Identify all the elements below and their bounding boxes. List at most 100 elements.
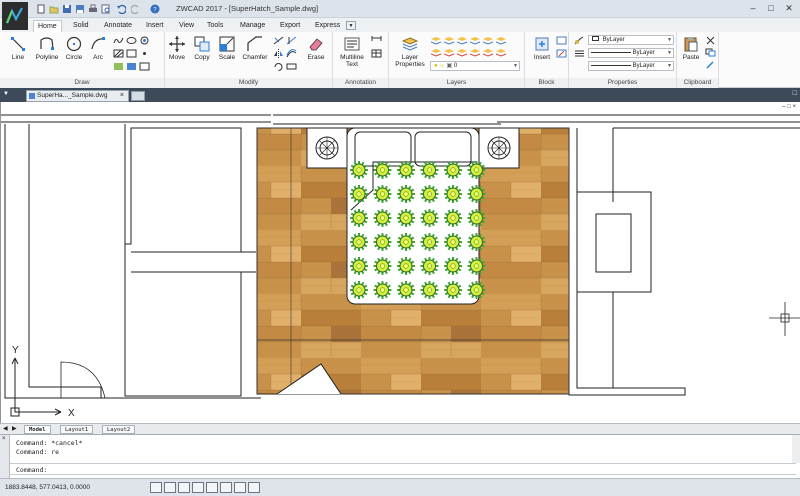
move-button[interactable]: Move xyxy=(165,35,189,61)
layer-off-icon[interactable] xyxy=(431,36,442,45)
snap-mode-icon[interactable] xyxy=(150,482,162,493)
wipeout-icon[interactable] xyxy=(139,62,150,71)
rectangle-icon[interactable] xyxy=(126,49,137,58)
paste-button[interactable]: Paste xyxy=(679,35,703,61)
print-icon[interactable] xyxy=(88,4,98,14)
offset-icon[interactable] xyxy=(286,49,297,58)
copy-button[interactable]: Copy xyxy=(190,35,214,61)
layer-freeze-icon[interactable] xyxy=(457,36,468,45)
bed[interactable] xyxy=(346,127,486,305)
spline-icon[interactable] xyxy=(113,36,124,45)
print-preview-icon[interactable] xyxy=(101,4,111,14)
region-icon[interactable] xyxy=(113,62,124,71)
layout-next-icon[interactable]: ▶ xyxy=(12,425,17,432)
circle-button[interactable]: Circle xyxy=(62,35,86,61)
cut-icon[interactable] xyxy=(705,36,716,45)
layer-thaw-icon[interactable] xyxy=(457,48,468,57)
trim-icon[interactable] xyxy=(273,36,284,45)
layer-properties-button[interactable]: Layer Properties xyxy=(393,35,427,68)
stretch-icon[interactable] xyxy=(286,62,297,71)
list-icon[interactable] xyxy=(574,49,585,58)
close-command-icon[interactable]: × xyxy=(2,436,6,442)
create-block-icon[interactable] xyxy=(556,36,567,45)
hatch-icon[interactable] xyxy=(113,49,124,58)
tab-manage[interactable]: Manage xyxy=(240,20,265,32)
table-icon[interactable] xyxy=(371,49,382,58)
chamfer-button[interactable]: Chamfer xyxy=(240,35,270,61)
linetype-combo[interactable]: ByLayer ▼ xyxy=(588,48,674,58)
match-properties-icon[interactable] xyxy=(574,36,585,45)
line-button[interactable]: Line xyxy=(5,35,31,61)
maximize-icon[interactable]: □ xyxy=(762,2,780,15)
polyline-button[interactable]: Polyline xyxy=(32,35,62,61)
layer-previous-icon[interactable] xyxy=(496,36,507,45)
point-icon[interactable] xyxy=(139,49,150,58)
extend-icon[interactable] xyxy=(286,36,297,45)
nightstand-left[interactable] xyxy=(306,127,348,169)
tab-export[interactable]: Export xyxy=(280,20,300,32)
command-input[interactable]: Command: xyxy=(10,463,796,475)
viewport-minimize-icon[interactable]: – xyxy=(782,104,785,110)
layer-lock-icon[interactable] xyxy=(470,36,481,45)
redo-icon[interactable] xyxy=(131,4,141,14)
tab-menu-icon[interactable]: ▼ xyxy=(3,91,9,97)
tab-restore-icon[interactable]: □ xyxy=(793,90,797,97)
ellipse-icon[interactable] xyxy=(126,36,137,45)
open-icon[interactable] xyxy=(49,4,59,14)
mirror-icon[interactable] xyxy=(273,49,284,58)
boundary-icon[interactable] xyxy=(126,62,137,71)
document-tab[interactable]: SuperHa..._Sample.dwg × xyxy=(26,90,129,102)
color-combo[interactable]: ByLayer ▼ xyxy=(588,35,674,45)
object-snap-tracking-icon[interactable] xyxy=(220,482,232,493)
lineweight-toggle-icon[interactable] xyxy=(248,482,260,493)
layer-unlock-icon[interactable] xyxy=(470,48,481,57)
dynamic-input-icon[interactable] xyxy=(234,482,246,493)
tab-layout2[interactable]: Layout2 xyxy=(102,425,136,434)
match-props-clip-icon[interactable] xyxy=(705,60,716,69)
insert-block-button[interactable]: Insert xyxy=(529,35,555,61)
drawing-canvas[interactable]: Y X – □ × xyxy=(0,102,800,423)
close-tab-icon[interactable]: × xyxy=(120,91,124,101)
polar-tracking-icon[interactable] xyxy=(192,482,204,493)
viewport-restore-icon[interactable]: □ xyxy=(787,104,791,110)
minimize-icon[interactable]: – xyxy=(744,2,762,15)
undo-icon[interactable] xyxy=(116,4,126,14)
layer-walk-icon[interactable] xyxy=(431,48,442,57)
current-layer-combo[interactable]: ● ☼ ▣ 0 ▼ xyxy=(430,61,520,71)
zwcad-logo-icon[interactable] xyxy=(2,2,28,30)
command-scrollbar[interactable] xyxy=(792,435,800,463)
copy-clip-icon[interactable] xyxy=(705,48,716,57)
command-window-grip[interactable]: × xyxy=(0,435,10,479)
tab-view[interactable]: View xyxy=(179,20,194,32)
close-icon[interactable]: ✕ xyxy=(780,2,798,15)
viewport-controls[interactable]: – □ × xyxy=(782,104,796,110)
rotate-icon[interactable] xyxy=(273,62,284,71)
layout-prev-icon[interactable]: ◀ xyxy=(3,425,8,432)
layer-match-icon[interactable] xyxy=(483,36,494,45)
dimension-icon[interactable] xyxy=(371,36,382,45)
new-icon[interactable] xyxy=(36,4,46,14)
layer-isolate-icon[interactable] xyxy=(444,36,455,45)
save-icon[interactable] xyxy=(62,4,72,14)
layer-unisolate-icon[interactable] xyxy=(444,48,455,57)
tab-insert[interactable]: Insert xyxy=(146,20,164,32)
tab-model[interactable]: Model xyxy=(24,425,51,434)
tab-layout1[interactable]: Layout1 xyxy=(60,425,94,434)
layer-delete-icon[interactable] xyxy=(496,48,507,57)
layer-merge-icon[interactable] xyxy=(483,48,494,57)
new-tab-button[interactable] xyxy=(131,91,145,101)
floor-plan[interactable]: Y X xyxy=(1,102,800,423)
nightstand-right[interactable] xyxy=(478,127,520,169)
tab-annotate[interactable]: Annotate xyxy=(104,20,132,32)
lineweight-combo[interactable]: ByLayer ▼ xyxy=(588,61,674,71)
tab-tools[interactable]: Tools xyxy=(207,20,223,32)
arc-button[interactable]: Arc xyxy=(87,35,109,61)
object-snap-icon[interactable] xyxy=(206,482,218,493)
help-icon[interactable]: ? xyxy=(150,4,160,14)
tab-express[interactable]: Express xyxy=(315,20,340,32)
tab-solid[interactable]: Solid xyxy=(73,20,89,32)
ortho-mode-icon[interactable] xyxy=(178,482,190,493)
scale-button[interactable]: Scale xyxy=(215,35,239,61)
ribbon-options-icon[interactable]: ▼ xyxy=(346,21,356,30)
donut-icon[interactable] xyxy=(139,36,150,45)
